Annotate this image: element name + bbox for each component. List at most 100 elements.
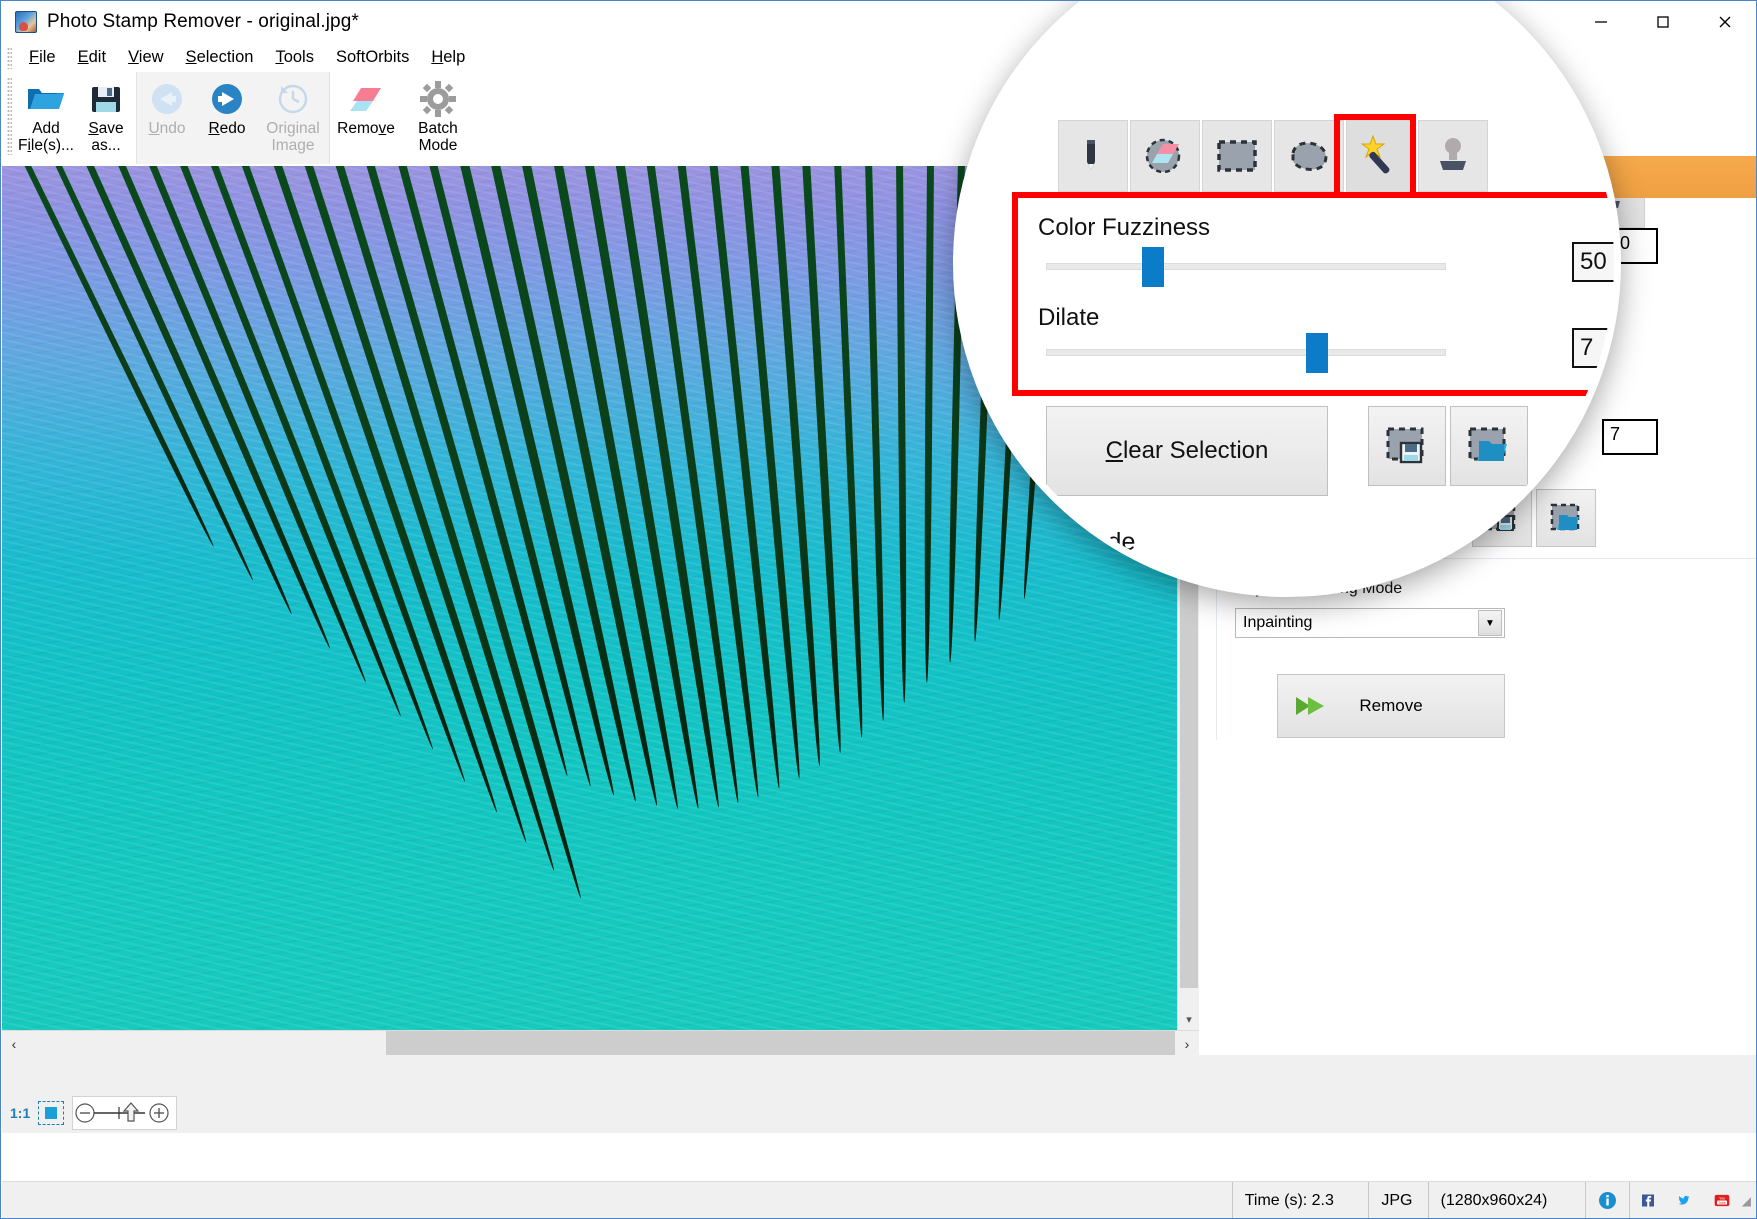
green-arrows-icon xyxy=(1294,691,1334,721)
chevron-down-icon[interactable]: ▼ xyxy=(1478,610,1502,636)
app-icon xyxy=(15,11,37,33)
save-as-button[interactable]: Save as... xyxy=(76,72,136,164)
load-selection-icon xyxy=(1468,427,1507,461)
remove-action-label: Remove xyxy=(1359,696,1423,715)
batch-mode-label-2: Mode xyxy=(418,137,458,155)
zoom-bar: 1:1 xyxy=(2,1093,1756,1133)
close-button[interactable] xyxy=(1694,1,1756,43)
color-fuzziness-track[interactable] xyxy=(1046,263,1446,270)
save-as-label-2: as... xyxy=(91,137,121,155)
redo-button[interactable]: Redo xyxy=(197,72,257,164)
dilate-track[interactable] xyxy=(1046,349,1446,356)
status-format: JPG xyxy=(1369,1181,1429,1218)
svg-text:Tube: Tube xyxy=(1718,1201,1726,1205)
twitter-button[interactable] xyxy=(1666,1182,1702,1219)
gear-icon xyxy=(420,78,456,120)
hscroll-right-arrow[interactable]: › xyxy=(1175,1031,1199,1056)
pencil-icon xyxy=(1087,140,1095,170)
magnified-dilate-value[interactable]: 7 xyxy=(1572,328,1614,368)
eraser-select-icon xyxy=(1145,138,1181,174)
object-removing-mode-value: Inpainting xyxy=(1243,614,1313,631)
eraser-icon xyxy=(348,78,384,120)
toolbar-drag-grip[interactable] xyxy=(7,77,12,155)
magnifier-content: Color Fuzziness Dilate Clear Selection 5… xyxy=(960,1,1614,590)
add-files-label-1: Add xyxy=(32,120,60,137)
magnified-stamp-tool-button[interactable] xyxy=(1418,120,1488,192)
status-strip xyxy=(2,1055,1756,1093)
status-dimensions: (1280x960x24) xyxy=(1429,1181,1586,1218)
magnified-load-selection-button[interactable] xyxy=(1450,406,1528,486)
batch-mode-label-1: Batch xyxy=(418,120,458,137)
redo-label: Redo xyxy=(208,120,246,137)
floppy-disk-icon xyxy=(89,78,123,120)
svg-text:You: You xyxy=(1719,1197,1725,1201)
magnified-eraser-tool-button[interactable] xyxy=(1130,120,1200,192)
info-button[interactable] xyxy=(1586,1181,1630,1218)
magnified-selection-tools xyxy=(1058,120,1488,192)
maximize-button[interactable] xyxy=(1632,1,1694,43)
application-window: Photo Stamp Remover - original.jpg* File… xyxy=(0,0,1757,1219)
menu-help[interactable]: Help xyxy=(420,46,476,69)
save-selection-icon xyxy=(1386,427,1424,464)
hscroll-thumb[interactable] xyxy=(26,1033,386,1054)
facebook-icon xyxy=(1641,1194,1654,1207)
undo-button[interactable]: Undo xyxy=(137,72,197,164)
clock-history-icon xyxy=(275,78,311,120)
menu-tools[interactable]: Tools xyxy=(264,46,325,69)
magnifier-overlay: Color Fuzziness Dilate Clear Selection 5… xyxy=(953,1,1621,597)
youtube-button[interactable]: You Tube xyxy=(1702,1182,1742,1219)
dilate-label: Dilate xyxy=(1038,304,1100,331)
object-removing-mode-select[interactable]: Inpainting ▼ xyxy=(1235,608,1505,638)
fit-icon xyxy=(45,1107,58,1119)
magnified-color-fuzziness-value[interactable]: 50 xyxy=(1572,242,1614,282)
menu-file[interactable]: File xyxy=(18,46,67,69)
canvas-horizontal-scrollbar[interactable]: ‹ › xyxy=(2,1030,1199,1056)
clear-selection-button[interactable]: Clear Selection xyxy=(1046,406,1328,496)
hscroll-left-arrow[interactable]: ‹ xyxy=(2,1031,26,1056)
remove-toolbar-button[interactable]: Remove xyxy=(330,72,402,164)
vscroll-down-arrow[interactable]: ▾ xyxy=(1178,1008,1200,1030)
undo-redo-group: Undo Redo Original Image xyxy=(136,72,330,164)
magnified-pencil-tool-button[interactable] xyxy=(1058,120,1128,192)
add-files-button[interactable]: Add File(s)... xyxy=(16,72,76,164)
batch-mode-button[interactable]: Batch Mode xyxy=(402,72,474,164)
dilate-thumb[interactable] xyxy=(1306,333,1328,373)
menu-softorbits[interactable]: SoftOrbits xyxy=(325,46,420,69)
magnified-rectangle-select-tool-button[interactable] xyxy=(1202,120,1272,192)
magnified-save-selection-button[interactable] xyxy=(1368,406,1446,486)
resize-grip[interactable]: ◢ xyxy=(1742,1194,1751,1208)
menu-edit[interactable]: Edit xyxy=(67,46,117,69)
status-bar: Time (s): 2.3 JPG (1280x960x24) You Tube… xyxy=(2,1181,1756,1219)
window-title: Photo Stamp Remover - original.jpg* xyxy=(47,11,359,32)
menu-selection[interactable]: Selection xyxy=(175,46,265,69)
status-time: Time (s): 2.3 xyxy=(1231,1181,1370,1218)
menu-drag-grip[interactable] xyxy=(7,46,12,69)
add-files-label-2: File(s)... xyxy=(18,137,74,155)
facebook-button[interactable] xyxy=(1630,1182,1666,1219)
color-fuzziness-thumb[interactable] xyxy=(1142,247,1164,287)
rectangle-select-icon xyxy=(1217,140,1257,172)
redo-arrow-icon xyxy=(208,78,246,120)
lasso-select-icon xyxy=(1291,141,1328,171)
hscroll-track[interactable] xyxy=(386,1031,1175,1056)
undo-label: Undo xyxy=(148,120,186,137)
original-image-label-2: Image xyxy=(271,137,315,155)
fit-to-window-button[interactable] xyxy=(38,1101,65,1125)
twitter-icon xyxy=(1678,1195,1690,1205)
zoom-slider[interactable] xyxy=(72,1096,178,1130)
status-spacer xyxy=(2,1182,1232,1219)
youtube-icon: You Tube xyxy=(1714,1194,1730,1207)
clear-selection-label: Clear Selection xyxy=(1105,437,1269,464)
menu-view[interactable]: View xyxy=(117,46,174,69)
magic-wand-highlight-box xyxy=(1334,114,1416,198)
original-image-button[interactable]: Original Image xyxy=(257,72,329,164)
remove-action-button[interactable]: Remove xyxy=(1277,674,1505,738)
remove-toolbar-label: Remove xyxy=(337,120,395,137)
original-image-label-1: Original xyxy=(266,120,320,137)
zoom-controls: 1:1 xyxy=(10,1096,178,1130)
color-fuzziness-label: Color Fuzziness xyxy=(1038,214,1211,241)
open-folder-icon xyxy=(26,78,66,120)
undo-arrow-icon xyxy=(148,78,186,120)
zoom-ratio-label[interactable]: 1:1 xyxy=(10,1105,30,1121)
magnified-removing-mode-heading: ving Mode xyxy=(1020,528,1136,556)
